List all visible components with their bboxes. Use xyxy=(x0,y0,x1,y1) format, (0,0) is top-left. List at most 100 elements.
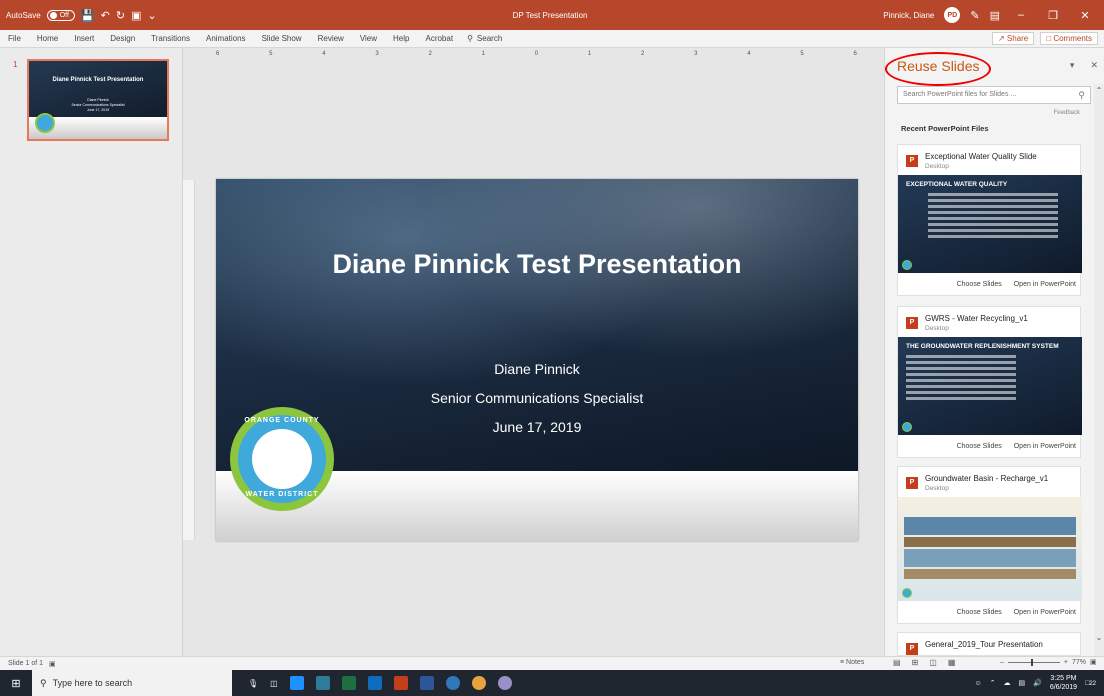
choose-slides-button[interactable]: Choose Slides xyxy=(957,609,1002,616)
notes-button[interactable]: ≡ Notes xyxy=(840,659,864,666)
ribbon-display-icon[interactable]: ▤ xyxy=(990,9,1000,22)
share-button[interactable]: ↗ Share xyxy=(991,32,1035,45)
pane-scrollbar[interactable]: ⌃ ⌄ xyxy=(1094,84,1104,656)
slide-presenter-name[interactable]: Diane Pinnick xyxy=(216,361,858,377)
outlook-app-icon[interactable] xyxy=(367,676,382,690)
word-app-icon[interactable] xyxy=(419,676,434,690)
network-icon[interactable]: ▤ xyxy=(1018,679,1025,687)
undo-icon[interactable]: ↶ xyxy=(101,9,110,22)
chrome-app-icon[interactable] xyxy=(471,676,486,690)
restore-icon[interactable]: ❐ xyxy=(1042,9,1064,22)
search-icon: ⚲ xyxy=(467,34,473,43)
vertical-ruler xyxy=(183,180,195,540)
share-icon: ↗ xyxy=(997,34,1007,43)
file-preview[interactable]: EXCEPTIONAL WATER QUALITY xyxy=(898,175,1082,273)
slide-thumbnail[interactable]: Diane Pinnick Test Presentation Diane Pi… xyxy=(27,59,169,141)
file-preview[interactable] xyxy=(898,497,1082,601)
close-icon[interactable]: ✕ xyxy=(1074,9,1096,22)
slide-canvas[interactable]: Diane Pinnick Test Presentation Diane Pi… xyxy=(216,179,858,541)
clock[interactable]: 3:25 PM 6/6/2019 xyxy=(1050,674,1077,692)
accessibility-icon[interactable]: ▣ xyxy=(43,660,56,668)
reading-view-icon[interactable]: ◫ xyxy=(929,658,937,667)
powerpoint-app-icon[interactable] xyxy=(393,676,408,690)
snipping-tool-icon[interactable] xyxy=(497,676,512,690)
ribbon-search[interactable]: ⚲ Search xyxy=(461,34,502,43)
preview-text-lines xyxy=(906,355,1016,403)
start-from-beginning-icon[interactable]: ▣ xyxy=(131,9,141,22)
open-in-powerpoint-button[interactable]: Open in PowerPoint xyxy=(1014,443,1076,450)
people-icon[interactable]: ☺ xyxy=(974,680,981,687)
tab-home[interactable]: Home xyxy=(29,34,66,43)
recent-file-card[interactable]: P Exceptional Water Quality Slide Deskto… xyxy=(897,144,1082,296)
avatar[interactable]: PD xyxy=(944,7,961,23)
slide-title[interactable]: Diane Pinnick Test Presentation xyxy=(216,249,858,280)
pane-close-icon[interactable]: ✕ xyxy=(1090,60,1098,71)
minimize-icon[interactable]: – xyxy=(1010,9,1032,21)
redo-icon[interactable]: ↻ xyxy=(116,9,125,22)
logo-text-top: ORANGE COUNTY xyxy=(244,417,320,424)
thumbnail-logo xyxy=(35,113,55,133)
recent-file-card[interactable]: P General_2019_Tour Presentation xyxy=(897,632,1081,656)
normal-view-icon[interactable]: ▤ xyxy=(893,658,901,667)
choose-slides-button[interactable]: Choose Slides xyxy=(957,281,1002,288)
show-hidden-icons[interactable]: ⌃ xyxy=(990,679,996,687)
preview-logo xyxy=(902,588,912,598)
pane-options-icon[interactable]: ▾ xyxy=(1070,60,1075,71)
toggle-knob xyxy=(49,11,57,19)
open-in-powerpoint-button[interactable]: Open in PowerPoint xyxy=(1014,609,1076,616)
store-app-icon[interactable] xyxy=(315,676,330,690)
tab-animations[interactable]: Animations xyxy=(198,34,254,43)
customize-toolbar-icon[interactable]: ⌄ xyxy=(147,9,156,22)
user-name[interactable]: Pinnick, Diane xyxy=(883,11,934,20)
autosave-toggle[interactable]: Off xyxy=(46,9,75,21)
open-in-powerpoint-button[interactable]: Open in PowerPoint xyxy=(1014,281,1076,288)
ruler-tick: 2 xyxy=(428,51,433,57)
fit-to-window-icon[interactable]: ▣ xyxy=(1090,658,1097,666)
preview-diagram-band xyxy=(904,537,1076,547)
tab-slide-show[interactable]: Slide Show xyxy=(254,34,310,43)
search-icon[interactable]: ⚲ xyxy=(1078,90,1085,101)
excel-app-icon[interactable] xyxy=(341,676,356,690)
action-center-icon[interactable]: □22 xyxy=(1085,680,1096,687)
zoom-level[interactable]: 77% xyxy=(1072,659,1086,666)
tab-help[interactable]: Help xyxy=(385,34,417,43)
onedrive-icon[interactable]: ☁ xyxy=(1003,679,1010,687)
slide-show-icon[interactable]: ▦ xyxy=(948,658,956,667)
edge-app-icon[interactable] xyxy=(289,676,304,690)
zoom-slider-knob[interactable] xyxy=(1030,658,1033,666)
recent-file-card[interactable]: P GWRS - Water Recycling_v1 Desktop THE … xyxy=(897,306,1082,458)
choose-slides-button[interactable]: Choose Slides xyxy=(957,443,1002,450)
tab-file[interactable]: File xyxy=(0,34,29,43)
task-view-icon[interactable]: ◫ xyxy=(270,679,278,688)
file-preview[interactable]: THE GROUNDWATER REPLENISHMENT SYSTEM xyxy=(898,337,1082,435)
ruler-tick: 1 xyxy=(587,51,593,57)
zoom-out-icon[interactable]: – xyxy=(1000,659,1004,666)
scroll-down-icon[interactable]: ⌄ xyxy=(1094,633,1104,642)
internet-explorer-icon[interactable] xyxy=(445,676,460,690)
slide-sorter-icon[interactable]: ⊞ xyxy=(912,658,919,667)
water-district-logo[interactable]: ORANGE COUNTY WATER DISTRICT xyxy=(230,407,334,511)
scroll-up-icon[interactable]: ⌃ xyxy=(1094,86,1104,95)
feedback-link[interactable]: Feedback xyxy=(1054,110,1080,116)
tab-view[interactable]: View xyxy=(352,34,385,43)
zoom-in-icon[interactable]: + xyxy=(1064,659,1068,666)
slide-presenter-role[interactable]: Senior Communications Specialist xyxy=(216,390,858,406)
windows-start-icon[interactable]: ⊞ xyxy=(0,677,32,690)
zoom-slider[interactable] xyxy=(1007,658,1060,666)
tab-review[interactable]: Review xyxy=(310,34,352,43)
tab-acrobat[interactable]: Acrobat xyxy=(417,34,461,43)
tab-transitions[interactable]: Transitions xyxy=(143,34,198,43)
tab-design[interactable]: Design xyxy=(102,34,143,43)
ribbon-tabs: File Home Insert Design Transitions Anim… xyxy=(0,30,1104,48)
comments-button[interactable]: □ Comments xyxy=(1040,32,1098,45)
microphone-icon[interactable]: 🎙 xyxy=(248,679,258,688)
reuse-search-input[interactable]: Search PowerPoint files for Slides ... ⚲ xyxy=(897,86,1091,104)
file-name: Groundwater Basin - Recharge_v1 xyxy=(925,474,1049,483)
volume-icon[interactable]: 🔊 xyxy=(1033,679,1042,687)
taskbar-search-box[interactable]: ⚲ Type here to search xyxy=(32,670,232,696)
tab-insert[interactable]: Insert xyxy=(66,34,102,43)
pen-icon[interactable]: ✎ xyxy=(970,9,979,22)
powerpoint-file-icon: P xyxy=(906,477,918,489)
recent-file-card[interactable]: P Groundwater Basin - Recharge_v1 Deskto… xyxy=(897,466,1082,624)
save-icon[interactable]: 💾 xyxy=(81,9,95,22)
